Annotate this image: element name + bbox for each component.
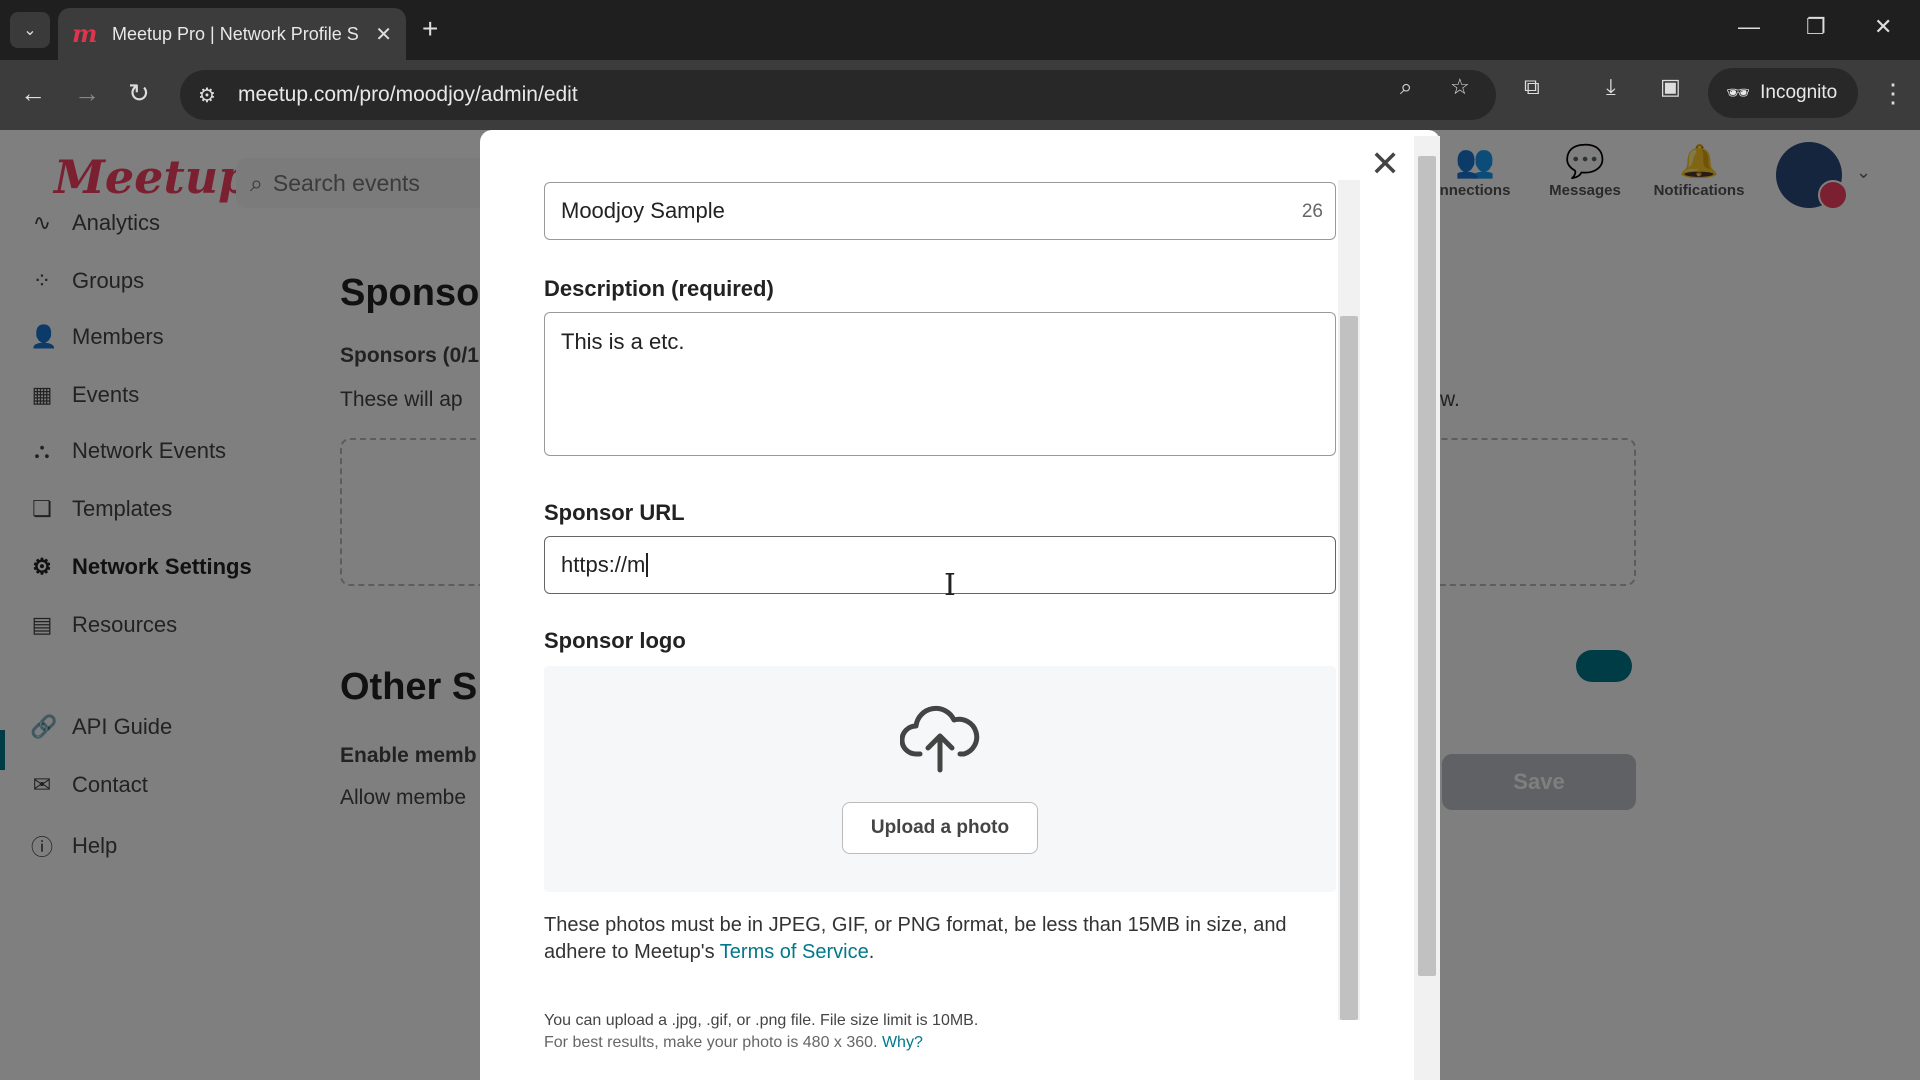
logo-upload-area[interactable] xyxy=(544,666,1336,892)
why-link[interactable]: Why? xyxy=(882,1034,923,1051)
description-textarea[interactable]: This is a etc. xyxy=(544,312,1336,456)
browser-tab[interactable]: m Meetup Pro | Network Profile S ✕ xyxy=(58,8,406,60)
reload-icon[interactable]: ↻ xyxy=(128,78,150,108)
browser-tab-bar: ⌄ m Meetup Pro | Network Profile S ✕ + —… xyxy=(0,0,1920,60)
sponsor-url-label: Sponsor URL xyxy=(544,500,685,525)
side-panel-icon[interactable]: ▣ xyxy=(1660,74,1681,100)
text-caret xyxy=(646,553,649,577)
back-arrow-icon[interactable]: ← xyxy=(20,78,46,108)
forward-arrow-icon[interactable]: → xyxy=(74,78,100,108)
tab-title: Meetup Pro | Network Profile S xyxy=(112,23,359,44)
window-close-icon[interactable]: ✕ xyxy=(1874,14,1892,40)
incognito-label: Incognito xyxy=(1760,82,1838,103)
address-bar[interactable]: ⚙ meetup.com/pro/moodjoy/admin/edit xyxy=(180,70,1496,120)
site-settings-icon[interactable]: ⚙ xyxy=(198,83,226,108)
tab-close-icon[interactable]: ✕ xyxy=(375,22,392,47)
minimize-icon[interactable]: — xyxy=(1738,14,1760,40)
photo-format-info: These photos must be in JPEG, GIF, or PN… xyxy=(544,912,1334,966)
format-info-text: These photos must be in JPEG, GIF, or PN… xyxy=(544,914,1287,963)
sponsor-name-value: Moodjoy Sample xyxy=(561,198,725,223)
character-counter: 26 xyxy=(1301,201,1323,222)
browser-toolbar: ← → ↻ ⚙ meetup.com/pro/moodjoy/admin/edi… xyxy=(0,60,1920,130)
new-tab-plus-icon[interactable]: + xyxy=(422,14,438,44)
best-results-text: For best results, make your photo is 480… xyxy=(544,1034,882,1051)
close-icon[interactable]: ✕ xyxy=(1370,146,1400,182)
download-icon[interactable]: ⤓ xyxy=(1606,74,1616,100)
upload-limit-text: You can upload a .jpg, .gif, or .png fil… xyxy=(544,1012,979,1029)
content-scrollbar-thumb[interactable] xyxy=(1340,316,1358,1020)
incognito-indicator[interactable]: 🕶 Incognito xyxy=(1708,68,1858,118)
cloud-upload-icon xyxy=(900,705,980,773)
sponsor-url-value: https://m xyxy=(561,552,646,577)
browser-menu-icon[interactable]: ⋮ xyxy=(1880,78,1906,109)
sponsor-name-input[interactable]: Moodjoy Sample 26 xyxy=(544,182,1336,240)
incognito-icon: 🕶 xyxy=(1726,83,1751,104)
description-label: Description (required) xyxy=(544,276,774,301)
restore-icon[interactable]: ❐ xyxy=(1806,14,1826,40)
sponsor-logo-label: Sponsor logo xyxy=(544,628,686,653)
extensions-puzzle-icon[interactable]: ⧉ xyxy=(1524,74,1540,100)
address-url[interactable]: meetup.com/pro/moodjoy/admin/edit xyxy=(238,83,578,107)
upload-hint: You can upload a .jpg, .gif, or .png fil… xyxy=(544,1010,1334,1054)
bookmark-star-icon[interactable]: ☆ xyxy=(1450,74,1470,100)
tab-list-chevron-icon[interactable]: ⌄ xyxy=(10,12,50,48)
modal-scrollbar-thumb[interactable] xyxy=(1418,156,1436,976)
terms-of-service-link[interactable]: Terms of Service xyxy=(720,941,869,963)
description-value: This is a etc. xyxy=(561,329,685,354)
upload-photo-button[interactable]: Upload a photo xyxy=(842,802,1038,854)
text-cursor-icon: I xyxy=(944,568,956,603)
sponsor-url-input[interactable]: https://m xyxy=(544,536,1336,594)
meetup-favicon-icon: m xyxy=(72,19,98,48)
zoom-magnifier-icon[interactable]: ⌕ xyxy=(1400,74,1412,100)
format-info-end: . xyxy=(868,941,875,963)
